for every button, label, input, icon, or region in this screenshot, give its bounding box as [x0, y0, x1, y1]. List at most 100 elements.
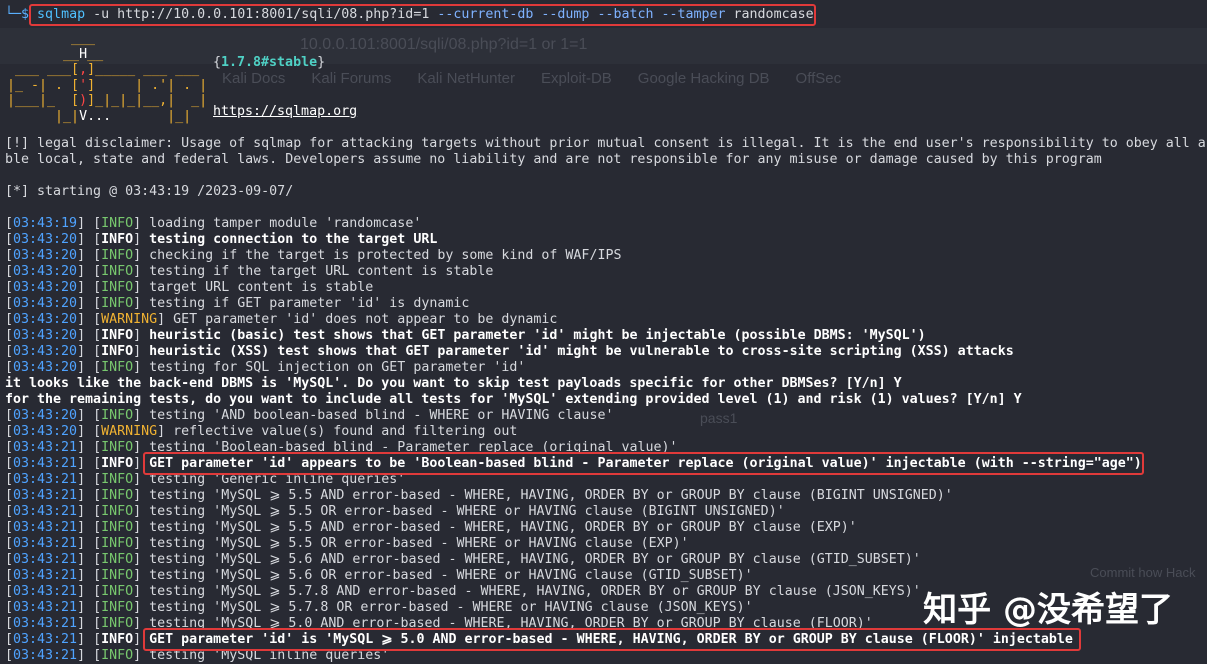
log-message: target URL content is stable	[149, 280, 374, 295]
bracket: ] [	[77, 456, 102, 471]
log-line: for the remaining tests, do you want to …	[5, 392, 1022, 408]
terminal-window[interactable]: └─$ sqlmap -u http://10.0.0.101:8001/sql…	[0, 0, 1207, 663]
log-line: [03:43:21] [INFO] testing 'MySQL ⩾ 5.5 A…	[5, 488, 953, 504]
log-line: [03:43:20] [INFO] testing if the target …	[5, 264, 493, 280]
log-level: WARNING	[101, 312, 158, 327]
log-message: testing 'MySQL ⩾ 5.5 OR error-based - WH…	[149, 536, 689, 551]
log-timestamp: 03:43:21	[13, 440, 78, 455]
starting-line: [*] starting @ 03:43:19 /2023-09-07/	[5, 184, 294, 199]
log-level: INFO	[101, 552, 134, 567]
log-message: testing 'MySQL ⩾ 5.7.8 AND error-based -…	[149, 584, 921, 599]
version-number: 1.7.8#stable	[221, 55, 318, 70]
log-level: INFO	[101, 568, 134, 583]
bracket: [	[5, 472, 14, 487]
bracket: [	[5, 632, 14, 647]
bracket: ]	[133, 280, 150, 295]
bracket: ] [	[77, 232, 102, 247]
bracket: ] [	[77, 296, 102, 311]
bracket: ] [	[77, 536, 102, 551]
log-timestamp: 03:43:21	[13, 648, 78, 663]
log-level: INFO	[101, 360, 134, 375]
bracket: [	[5, 248, 14, 263]
log-line: [03:43:21] [INFO] testing 'MySQL ⩾ 5.5 O…	[5, 504, 785, 520]
log-level: INFO	[101, 536, 134, 551]
log-line: [03:43:21] [INFO] testing 'MySQL ⩾ 5.7.8…	[5, 600, 753, 616]
bracket: ]	[133, 552, 150, 567]
log-timestamp: 03:43:21	[13, 472, 78, 487]
log-line: [03:43:21] [INFO] testing 'MySQL ⩾ 5.5 O…	[5, 536, 689, 552]
bracket: ] [	[77, 344, 102, 359]
log-line: [03:43:20] [WARNING] reflective value(s)…	[5, 424, 517, 440]
log-timestamp: 03:43:21	[13, 488, 78, 503]
bracket: ] [	[77, 312, 102, 327]
bracket: ]	[133, 360, 150, 375]
sqlmap-logo: ___ __H__ ___ ___[,]_____ ___ ___ |_ -| …	[7, 31, 208, 124]
log-timestamp: 03:43:20	[13, 408, 78, 423]
bracket: [	[5, 344, 14, 359]
bracket: ] [	[77, 504, 102, 519]
prompt-symbol: └─$	[5, 7, 30, 22]
log-message: testing if GET parameter 'id' is dynamic	[149, 296, 470, 311]
log-level: INFO	[101, 600, 134, 615]
log-message: testing for SQL injection on GET paramet…	[149, 360, 526, 375]
log-message: testing 'MySQL ⩾ 5.7.8 OR error-based - …	[149, 600, 753, 615]
log-prompt-text: it looks like the back-end DBMS is 'MySQ…	[5, 376, 902, 391]
log-timestamp: 03:43:21	[13, 520, 78, 535]
bracket: [	[5, 264, 14, 279]
zhihu-watermark: 知乎 @没希望了	[923, 590, 1173, 630]
bracket: ] [	[77, 280, 102, 295]
log-level: INFO	[101, 408, 134, 423]
log-message: testing if the target URL content is sta…	[149, 264, 494, 279]
bracket: ]	[133, 408, 150, 423]
bracket: [	[5, 552, 14, 567]
bracket: [	[5, 280, 14, 295]
log-timestamp: 03:43:21	[13, 456, 78, 471]
bracket: ] [	[77, 520, 102, 535]
bracket: ]	[133, 520, 150, 535]
bracket: ] [	[77, 328, 102, 343]
bracket: ]	[133, 232, 150, 247]
log-timestamp: 03:43:21	[13, 632, 78, 647]
bracket: [	[5, 648, 14, 663]
log-level: INFO	[101, 248, 134, 263]
bracket: ] [	[77, 632, 102, 647]
sqlmap-url-link[interactable]: https://sqlmap.org	[213, 104, 357, 120]
log-message: testing 'AND boolean-based blind - WHERE…	[149, 408, 614, 423]
bracket: ]	[157, 312, 174, 327]
log-timestamp: 03:43:20	[13, 360, 78, 375]
log-prompt-text: for the remaining tests, do you want to …	[5, 392, 1022, 407]
command-highlight-box	[29, 4, 816, 26]
log-timestamp: 03:43:20	[13, 232, 78, 247]
bracket: ] [	[77, 360, 102, 375]
bracket: ]	[133, 584, 150, 599]
log-line: [03:43:21] [INFO] testing 'MySQL ⩾ 5.7.8…	[5, 584, 921, 600]
log-timestamp: 03:43:20	[13, 328, 78, 343]
log-timestamp: 03:43:20	[13, 424, 78, 439]
bracket: [	[5, 216, 14, 231]
bracket: [	[5, 488, 14, 503]
log-message: testing 'MySQL ⩾ 5.5 AND error-based - W…	[149, 520, 857, 535]
bracket: ] [	[77, 616, 102, 631]
log-level: INFO	[101, 216, 134, 231]
log-timestamp: 03:43:20	[13, 344, 78, 359]
disclaimer-line-1: [!] legal disclaimer: Usage of sqlmap fo…	[5, 136, 1207, 151]
log-timestamp: 03:43:21	[13, 504, 78, 519]
bracket: ] [	[77, 408, 102, 423]
error-injection-highlight-box	[143, 628, 1081, 651]
bracket: [	[5, 296, 14, 311]
log-timestamp: 03:43:21	[13, 552, 78, 567]
bracket: ] [	[77, 472, 102, 487]
bracket: [	[5, 536, 14, 551]
log-timestamp: 03:43:20	[13, 312, 78, 327]
bracket: [	[5, 312, 14, 327]
log-level: WARNING	[101, 424, 158, 439]
log-timestamp: 03:43:21	[13, 536, 78, 551]
bracket: ]	[133, 568, 150, 583]
log-level: INFO	[101, 296, 134, 311]
bracket: [	[5, 616, 14, 631]
log-message: heuristic (basic) test shows that GET pa…	[149, 328, 926, 343]
log-message: testing 'MySQL ⩾ 5.6 AND error-based - W…	[149, 552, 921, 567]
log-line: [03:43:20] [INFO] heuristic (basic) test…	[5, 328, 926, 344]
bracket: ] [	[77, 264, 102, 279]
bracket: [	[5, 408, 14, 423]
